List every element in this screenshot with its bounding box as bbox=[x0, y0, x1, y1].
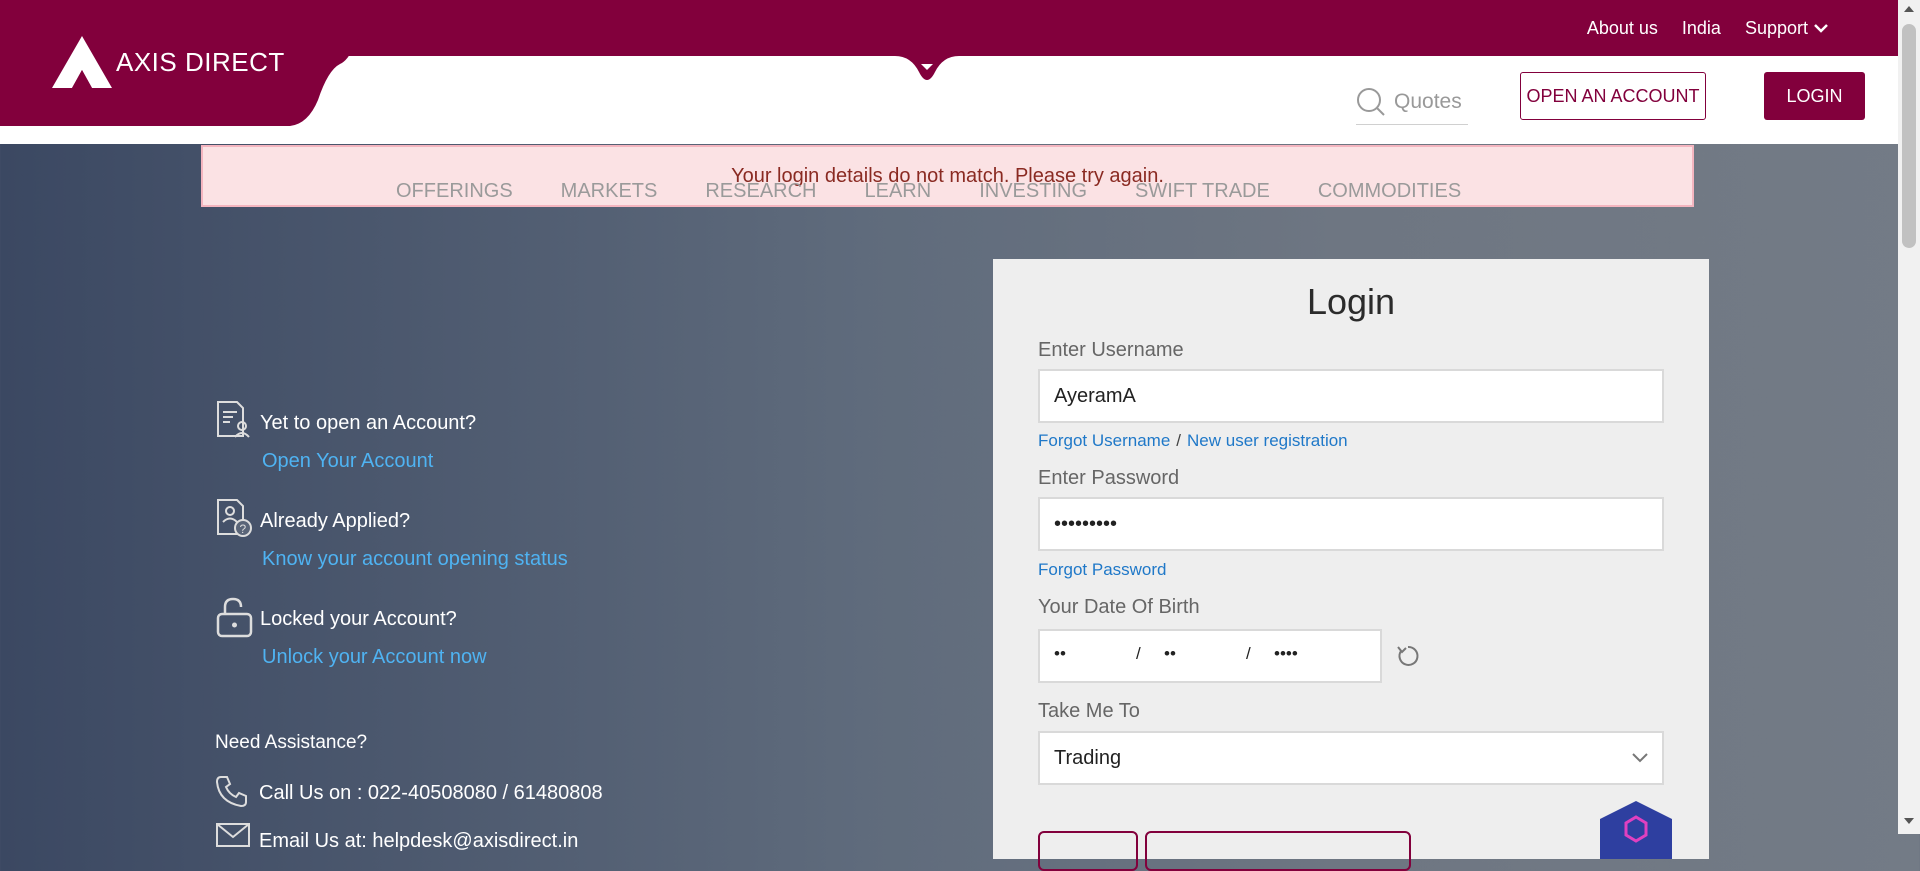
already-applied-question: Already Applied? bbox=[260, 510, 411, 532]
captcha-badge-icon bbox=[1600, 801, 1672, 859]
open-account-button[interactable]: OPEN AN ACCOUNT bbox=[1520, 72, 1706, 120]
username-field[interactable]: AyeramA bbox=[1038, 369, 1664, 423]
password-label: Enter Password bbox=[1038, 467, 1180, 489]
dob-day[interactable]: •• bbox=[1054, 644, 1066, 664]
document-user-icon bbox=[217, 401, 250, 438]
mail-icon bbox=[216, 823, 250, 847]
take-me-to-label: Take Me To bbox=[1038, 700, 1140, 722]
axis-direct-logo[interactable]: AXIS DIRECT bbox=[52, 36, 285, 88]
scroll-thumb[interactable] bbox=[1902, 24, 1916, 248]
password-field[interactable]: ••••••••• bbox=[1038, 497, 1664, 551]
account-status-link[interactable]: Know your account opening status bbox=[262, 548, 568, 571]
submit-button-partial[interactable] bbox=[1038, 831, 1138, 871]
dob-month[interactable]: •• bbox=[1164, 644, 1176, 664]
nav-commodities[interactable]: COMMODITIES bbox=[1318, 180, 1461, 203]
dob-label: Your Date Of Birth bbox=[1038, 596, 1200, 618]
nav-investing[interactable]: INVESTING bbox=[979, 180, 1087, 203]
username-links: Forgot Username / New user registration bbox=[1038, 431, 1348, 451]
chevron-down-icon bbox=[1814, 24, 1828, 33]
document-question-icon: ? bbox=[217, 499, 252, 537]
take-me-to-value: Trading bbox=[1054, 746, 1122, 769]
login-card: Login Enter Username AyeramA Forgot User… bbox=[993, 259, 1709, 871]
login-title: Login bbox=[1306, 281, 1396, 322]
menu-toggle-notch[interactable] bbox=[895, 50, 959, 90]
support-menu[interactable]: Support bbox=[1745, 18, 1828, 39]
username-label: Enter Username bbox=[1038, 339, 1184, 361]
lock-icon bbox=[216, 597, 253, 638]
about-us-link[interactable]: About us bbox=[1587, 18, 1658, 39]
nav-markets[interactable]: MARKETS bbox=[561, 180, 658, 203]
email-us: Email Us at: helpdesk@axisdirect.in bbox=[215, 822, 578, 853]
quotes-placeholder: Quotes bbox=[1394, 90, 1462, 113]
quotes-search[interactable]: Quotes bbox=[1356, 80, 1468, 125]
nav-offerings[interactable]: OFFERINGS bbox=[396, 180, 513, 203]
forgot-username-link[interactable]: Forgot Username bbox=[1038, 431, 1170, 451]
call-us: Call Us on : 022-40508080 / 61480808 bbox=[215, 774, 603, 813]
dob-sep-1: / bbox=[1136, 644, 1141, 663]
secondary-button-partial[interactable] bbox=[1145, 831, 1411, 871]
password-links: Forgot Password bbox=[1038, 560, 1167, 580]
dob-year[interactable]: •••• bbox=[1274, 644, 1298, 664]
refresh-icon[interactable] bbox=[1395, 643, 1421, 669]
open-account-question: Yet to open an Account? bbox=[260, 412, 477, 434]
open-your-account-link[interactable]: Open Your Account bbox=[262, 450, 433, 473]
need-assistance-heading: Need Assistance? bbox=[215, 732, 368, 753]
scroll-up-arrow[interactable] bbox=[1904, 6, 1914, 12]
vertical-scrollbar[interactable] bbox=[1898, 0, 1920, 834]
links-separator: / bbox=[1176, 431, 1182, 450]
nav-research[interactable]: RESEARCH bbox=[705, 180, 816, 203]
main-nav: OFFERINGS MARKETS RESEARCH LEARN INVESTI… bbox=[396, 180, 1461, 203]
dob-sep-2: / bbox=[1246, 644, 1251, 663]
search-icon bbox=[1357, 88, 1385, 116]
brand-name: AXIS DIRECT bbox=[116, 46, 285, 77]
nav-learn[interactable]: LEARN bbox=[865, 180, 932, 203]
chevron-down-icon bbox=[1632, 753, 1648, 763]
nav-swift-trade[interactable]: SWIFT TRADE bbox=[1135, 180, 1270, 203]
email-us-text: Email Us at: helpdesk@axisdirect.in bbox=[259, 830, 579, 852]
unlock-account-link[interactable]: Unlock your Account now bbox=[262, 646, 487, 669]
take-me-to-select[interactable]: Trading bbox=[1038, 731, 1664, 785]
dob-field[interactable]: •• / •• / •••• bbox=[1038, 629, 1382, 683]
scroll-down-arrow[interactable] bbox=[1904, 818, 1914, 824]
new-user-registration-link[interactable]: New user registration bbox=[1187, 431, 1348, 451]
phone-icon bbox=[215, 776, 247, 808]
top-links: About us India Support bbox=[1587, 0, 1828, 56]
locked-question: Locked your Account? bbox=[260, 608, 457, 630]
country-link[interactable]: India bbox=[1682, 18, 1721, 39]
forgot-password-link[interactable]: Forgot Password bbox=[1038, 560, 1167, 580]
login-button[interactable]: LOGIN bbox=[1764, 72, 1865, 120]
svg-text:?: ? bbox=[240, 522, 247, 536]
call-us-text: Call Us on : 022-40508080 / 61480808 bbox=[259, 782, 603, 804]
support-label: Support bbox=[1744, 17, 1808, 38]
axis-logo-icon bbox=[52, 36, 112, 88]
